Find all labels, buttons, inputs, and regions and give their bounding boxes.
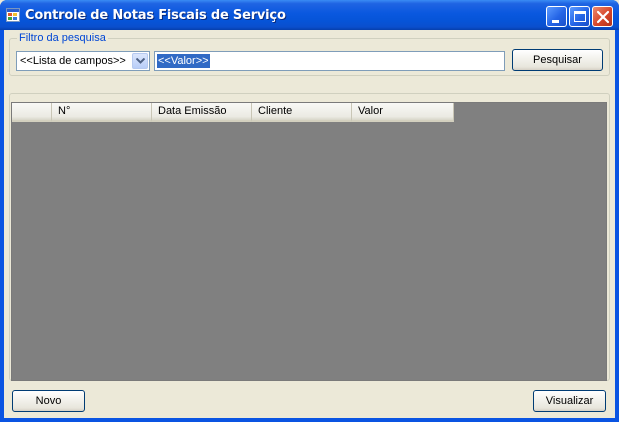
maximize-icon	[574, 11, 586, 22]
field-list-value: <<Lista de campos>>	[20, 55, 126, 67]
close-button[interactable]	[592, 6, 613, 27]
value-input-selected-text: <<Valor>>	[157, 54, 210, 68]
application-window: Controle de Notas Fiscais de Serviço Fil…	[0, 0, 619, 422]
maximize-button[interactable]	[569, 6, 590, 27]
value-search-input[interactable]: <<Valor>>	[154, 51, 505, 71]
new-button[interactable]: Novo	[12, 390, 85, 412]
combo-dropdown-button[interactable]	[132, 53, 148, 69]
minimize-button[interactable]	[546, 6, 567, 27]
window-title: Controle de Notas Fiscais de Serviço	[25, 8, 286, 23]
search-button[interactable]: Pesquisar	[512, 49, 603, 71]
grid-header-numero[interactable]: N°	[52, 103, 152, 122]
grid-header-cliente[interactable]: Cliente	[252, 103, 352, 122]
filter-group-label: Filtro da pesquisa	[17, 32, 108, 44]
view-button[interactable]: Visualizar	[533, 390, 606, 412]
grid-header-valor[interactable]: Valor	[352, 103, 454, 122]
grid-header: N° Data Emissão Cliente Valor	[12, 103, 454, 122]
grid-header-row-selector[interactable]	[12, 103, 52, 122]
grid-header-data-emissao[interactable]: Data Emissão	[152, 103, 252, 122]
results-grid[interactable]: N° Data Emissão Cliente Valor	[11, 102, 607, 381]
client-area: Filtro da pesquisa <<Lista de campos>> <…	[4, 30, 615, 418]
title-bar[interactable]: Controle de Notas Fiscais de Serviço	[0, 0, 619, 30]
close-icon	[596, 10, 610, 24]
chevron-down-icon	[136, 58, 145, 64]
minimize-icon	[552, 20, 559, 23]
app-window-icon[interactable]	[6, 8, 20, 22]
window-bottom-border	[0, 418, 619, 422]
field-list-combobox[interactable]: <<Lista de campos>>	[16, 51, 150, 71]
